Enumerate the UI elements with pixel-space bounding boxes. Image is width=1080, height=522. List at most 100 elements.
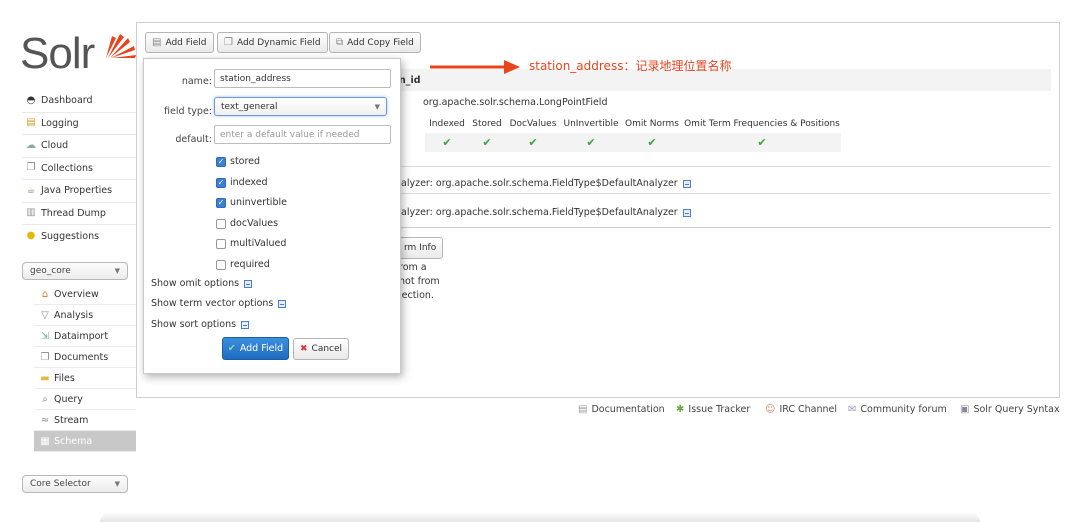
document-icon: ▤	[578, 404, 588, 415]
mail-icon: ✉	[848, 404, 857, 415]
thread-dump-icon: ▥	[26, 207, 36, 219]
nav-java-properties[interactable]: ☕ Java Properties	[22, 180, 136, 203]
flag-header: UnInvertible	[563, 119, 619, 129]
home-icon: ⌂	[41, 288, 49, 300]
core-menu: ⌂ Overview ▽ Analysis ⇲ Dataimport ❐ Documen…	[34, 284, 136, 452]
core-selector-bottom-dropdown[interactable]: Core Selector ▼	[22, 475, 128, 493]
flag-header: Omit Term Frequencies & Positions	[684, 119, 840, 129]
add-copy-field-button[interactable]: ⧉ Add Copy Field	[329, 32, 421, 53]
checkmark-icon: ✔	[528, 136, 538, 149]
uninvertible-checkbox[interactable]: ✓ uninvertible	[216, 197, 287, 208]
logging-icon: ▤	[26, 117, 36, 129]
field-name-partial: n_id	[399, 75, 421, 86]
divider	[395, 166, 1051, 167]
irc-channel-link[interactable]: ☺ IRC Channel	[765, 404, 837, 415]
show-term-vector-options-link[interactable]: Show term vector options	[151, 298, 287, 309]
chevron-down-icon: ▼	[374, 102, 380, 111]
default-input[interactable]	[214, 125, 391, 144]
nav-cloud[interactable]: ☁ Cloud	[22, 135, 136, 158]
community-forum-link[interactable]: ✉ Community forum	[848, 404, 947, 415]
submit-add-field-button[interactable]: ✔ Add Field	[222, 337, 289, 360]
folder-icon: ▬	[40, 372, 50, 384]
core-selector-value: geo_core	[30, 266, 71, 276]
core-menu-overview[interactable]: ⌂ Overview	[34, 284, 136, 305]
core-menu-query[interactable]: ⌕ Query	[34, 389, 136, 410]
query-analyzer-text: nalyzer: org.apache.solr.schema.FieldTyp…	[395, 207, 678, 218]
expand-toggle-icon[interactable]	[682, 208, 691, 217]
query-syntax-link[interactable]: ▣ Solr Query Syntax	[960, 404, 1060, 415]
core-menu-schema[interactable]: ▦ Schema	[34, 431, 136, 452]
expand-toggle-icon	[241, 320, 250, 329]
issue-tracker-link[interactable]: ✱ Issue Tracker	[676, 404, 750, 415]
checkmark-icon: ✔	[757, 136, 767, 149]
show-omit-options-link[interactable]: Show omit options	[151, 278, 253, 289]
stream-icon: ≈	[40, 414, 50, 426]
stored-checkbox[interactable]: ✓ stored	[216, 156, 260, 167]
field-type-label: field type:	[164, 106, 212, 117]
name-input[interactable]	[214, 69, 391, 88]
index-analyzer-text: nalyzer: org.apache.solr.schema.FieldTyp…	[395, 178, 678, 189]
add-field-button[interactable]: ▤ Add Field	[145, 32, 214, 53]
documentation-link[interactable]: ▤ Documentation	[578, 404, 665, 415]
people-icon: ☺	[765, 404, 776, 415]
annotation-text: station_address：记录地理位置名称	[529, 59, 732, 73]
core-menu-dataimport[interactable]: ⇲ Dataimport	[34, 326, 136, 347]
chevron-down-icon: ▼	[114, 267, 120, 275]
checkmark-icon: ✔	[586, 136, 596, 149]
field-type-value: text_general	[221, 101, 278, 112]
checkbox-checked-icon: ✓	[216, 197, 226, 208]
default-label: default:	[175, 134, 212, 145]
core-menu-stream[interactable]: ≈ Stream	[34, 410, 136, 431]
flag-header: Indexed	[429, 119, 465, 129]
indexed-checkbox[interactable]: ✓ indexed	[216, 177, 268, 188]
checkbox-unchecked-icon	[216, 259, 226, 270]
required-checkbox[interactable]: required	[216, 259, 270, 270]
multivalued-checkbox[interactable]: multiValued	[216, 238, 286, 249]
search-icon: ⌕	[42, 393, 48, 405]
field-class: org.apache.solr.schema.LongPointField	[423, 97, 608, 108]
flag-header: DocValues	[509, 119, 557, 129]
flags-value-row: ✔ ✔ ✔ ✔ ✔ ✔	[425, 133, 841, 152]
nav-logging[interactable]: ▤ Logging	[22, 113, 136, 135]
query-analyzer-row: nalyzer: org.apache.solr.schema.FieldTyp…	[395, 207, 691, 218]
nav-collections[interactable]: ❐ Collections	[22, 158, 136, 180]
cancel-button[interactable]: ✖ Cancel	[293, 338, 350, 360]
flag-header: Stored	[472, 119, 502, 129]
core-menu-analysis[interactable]: ▽ Analysis	[34, 305, 136, 326]
add-field-dialog: name: field type: text_general ▼ default…	[143, 58, 401, 374]
java-icon: ☕	[26, 184, 36, 196]
bug-icon: ✱	[676, 404, 685, 415]
core-selector-dropdown[interactable]: geo_core ▼	[22, 262, 128, 280]
divider	[395, 193, 1051, 194]
flag-header: Omit Norms	[625, 119, 679, 129]
window-shadow	[100, 512, 980, 522]
expand-toggle-icon[interactable]	[682, 179, 691, 188]
expand-toggle-icon	[278, 299, 287, 308]
solr-sun-icon	[106, 34, 136, 58]
close-icon: ✖	[300, 344, 308, 354]
chevron-down-icon: ▼	[114, 480, 120, 488]
nav-suggestions[interactable]: ● Suggestions	[22, 225, 136, 248]
field-type-select[interactable]: text_general ▼	[214, 97, 387, 116]
schema-icon: ▦	[40, 435, 50, 447]
dashboard-icon: ◓	[26, 94, 36, 106]
checkmark-icon: ✔	[227, 343, 236, 354]
show-sort-options-link[interactable]: Show sort options	[151, 319, 250, 330]
divider	[395, 227, 1051, 228]
document-icon: ▤	[152, 37, 162, 48]
solr-logo: Solr	[20, 30, 136, 78]
annotation-arrow-icon	[430, 60, 520, 74]
documents-icon: ❐	[40, 351, 50, 363]
core-menu-documents[interactable]: ❐ Documents	[34, 347, 136, 368]
expand-toggle-icon	[244, 279, 253, 288]
checkmark-icon: ✔	[482, 136, 492, 149]
nav-dashboard[interactable]: ◓ Dashboard	[22, 90, 136, 113]
docvalues-checkbox[interactable]: docValues	[216, 218, 278, 229]
core-menu-files[interactable]: ▬ Files	[34, 368, 136, 389]
term-info-note: rom a not from lection.	[399, 262, 440, 301]
name-label: name:	[181, 76, 212, 87]
lightbulb-icon: ●	[26, 230, 36, 242]
nav-thread-dump[interactable]: ▥ Thread Dump	[22, 203, 136, 225]
add-dynamic-field-button[interactable]: ❐ Add Dynamic Field	[217, 32, 328, 53]
syntax-icon: ▣	[960, 404, 970, 415]
